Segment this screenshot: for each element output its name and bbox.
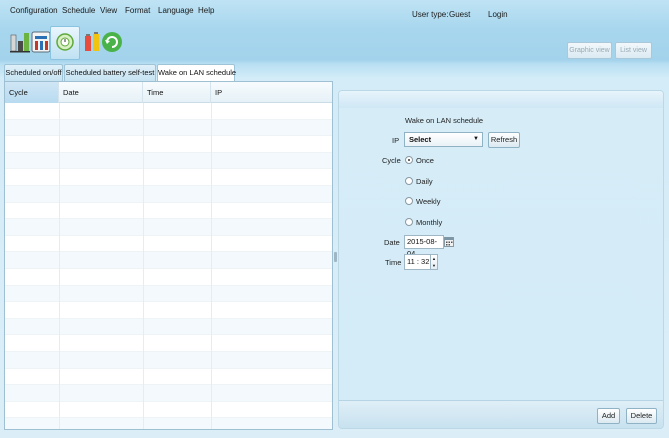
menu-configuration[interactable]: Configuration bbox=[10, 6, 58, 15]
menu-bar: Configuration Schedule View Format Langu… bbox=[0, 0, 669, 22]
cycle-daily-label: Daily bbox=[416, 177, 433, 186]
user-type-label: User type: bbox=[412, 10, 449, 19]
date-field[interactable]: 2015-08-04 bbox=[404, 235, 444, 258]
tab-scheduled-battery-self-test[interactable]: Scheduled battery self-test bbox=[64, 64, 156, 81]
column-divider bbox=[59, 103, 60, 429]
ip-select[interactable]: Select ▼ bbox=[404, 132, 483, 147]
table-row bbox=[5, 236, 332, 253]
menu-schedule[interactable]: Schedule bbox=[62, 6, 95, 15]
spin-up-icon[interactable]: ▲ bbox=[431, 255, 437, 262]
table-row bbox=[5, 169, 332, 186]
table-body bbox=[5, 103, 332, 429]
cycle-monthly-label: Monthly bbox=[416, 218, 443, 227]
schedule-table: Cycle Date Time IP bbox=[4, 81, 333, 430]
wake-on-lan-form: Wake on LAN schedule IP Select ▼ Refresh… bbox=[338, 90, 664, 429]
table-row bbox=[5, 219, 332, 236]
table-row bbox=[5, 203, 332, 220]
panel-header bbox=[339, 91, 663, 108]
refresh-ip-button[interactable]: Refresh bbox=[488, 132, 520, 148]
schedule-button[interactable] bbox=[50, 26, 80, 60]
table-row bbox=[5, 352, 332, 369]
table-row bbox=[5, 186, 332, 203]
table-row bbox=[5, 335, 332, 352]
cycle-monthly-radio[interactable] bbox=[405, 218, 413, 226]
graphic-view-button[interactable]: Graphic view bbox=[567, 42, 612, 59]
column-divider bbox=[211, 103, 212, 429]
menu-help[interactable]: Help bbox=[198, 6, 214, 15]
app-window: Configuration Schedule View Format Langu… bbox=[0, 0, 669, 438]
splitter-handle[interactable] bbox=[334, 252, 337, 262]
table-row bbox=[5, 269, 332, 286]
menu-language[interactable]: Language bbox=[158, 6, 194, 15]
table-row bbox=[5, 318, 332, 336]
menu-view[interactable]: View bbox=[100, 6, 117, 15]
cycle-once-radio[interactable] bbox=[405, 156, 413, 164]
column-header-ip[interactable]: IP bbox=[211, 82, 332, 103]
menu-format[interactable]: Format bbox=[125, 6, 150, 15]
add-button[interactable]: Add bbox=[597, 408, 620, 424]
cycle-label: Cycle bbox=[382, 156, 401, 165]
time-field[interactable]: 11 : 32 bbox=[404, 254, 431, 270]
cycle-weekly-radio[interactable] bbox=[405, 197, 413, 205]
table-row bbox=[5, 418, 332, 429]
table-row bbox=[5, 252, 332, 269]
user-type-value: Guest bbox=[449, 10, 471, 19]
table-row bbox=[5, 385, 332, 402]
time-label: Time bbox=[385, 258, 402, 267]
table-header: Cycle Date Time IP bbox=[5, 82, 332, 103]
ip-select-value: Select bbox=[409, 135, 432, 144]
tab-scheduled-on-off[interactable]: Scheduled on/off bbox=[4, 64, 63, 81]
spin-down-icon[interactable]: ▼ bbox=[431, 262, 437, 269]
table-row bbox=[5, 285, 332, 303]
list-view-button[interactable]: List view bbox=[615, 42, 652, 59]
table-row bbox=[5, 369, 332, 386]
delete-button[interactable]: Delete bbox=[626, 408, 657, 424]
table-row bbox=[5, 302, 332, 319]
cycle-daily-radio[interactable] bbox=[405, 177, 413, 185]
refresh-button[interactable] bbox=[97, 26, 127, 60]
form-title: Wake on LAN schedule bbox=[405, 116, 484, 125]
column-divider bbox=[143, 103, 144, 429]
table-row bbox=[5, 119, 332, 137]
calendar-icon[interactable] bbox=[444, 236, 454, 247]
tab-wake-on-lan-schedule[interactable]: Wake on LAN schedule bbox=[157, 64, 236, 82]
login-link[interactable]: Login bbox=[488, 10, 508, 19]
time-spinner[interactable]: ▲ ▼ bbox=[430, 254, 438, 270]
table-row bbox=[5, 103, 332, 120]
cycle-weekly-label: Weekly bbox=[416, 197, 441, 206]
refresh-icon bbox=[101, 31, 123, 55]
panel-footer: Add Delete bbox=[339, 400, 663, 428]
table-row bbox=[5, 152, 332, 170]
cycle-once-label: Once bbox=[416, 156, 434, 165]
table-row bbox=[5, 402, 332, 419]
ip-label: IP bbox=[392, 136, 400, 145]
column-header-time[interactable]: Time bbox=[143, 82, 211, 103]
date-label: Date bbox=[384, 238, 400, 247]
column-header-date[interactable]: Date bbox=[59, 82, 143, 103]
table-row bbox=[5, 136, 332, 153]
chevron-down-icon: ▼ bbox=[473, 136, 479, 142]
column-header-cycle[interactable]: Cycle bbox=[5, 82, 59, 103]
schedule-icon bbox=[55, 32, 75, 54]
